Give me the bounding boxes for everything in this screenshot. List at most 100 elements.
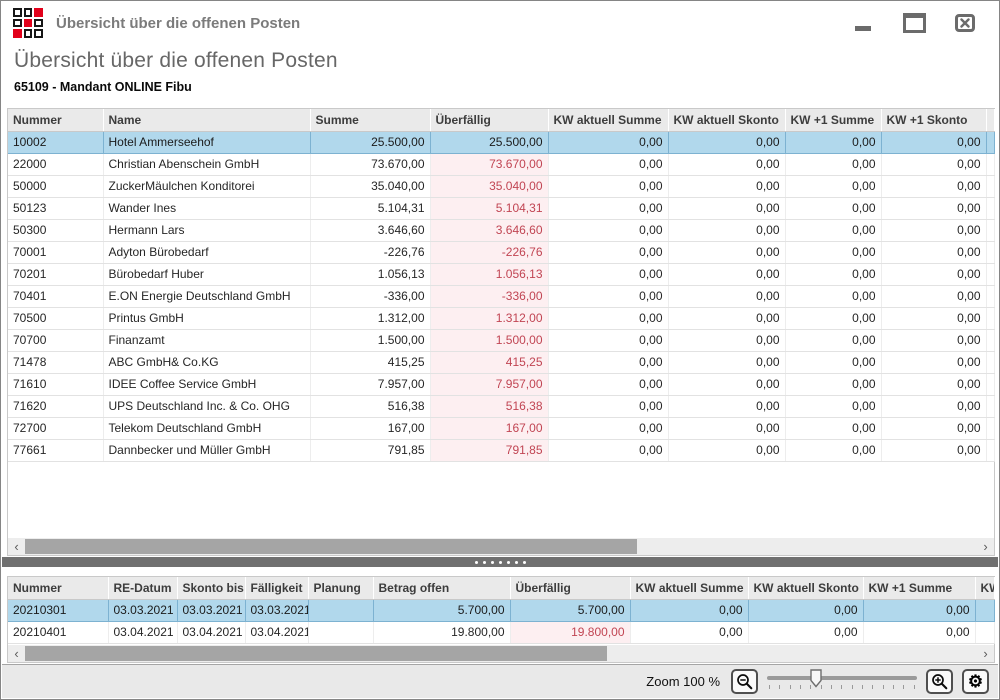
cell-nummer[interactable]: 20210401	[8, 621, 108, 643]
col-header-name[interactable]: Name	[103, 109, 310, 131]
detail-table-hscrollbar[interactable]: ‹ ›	[8, 645, 994, 662]
zoom-slider-thumb[interactable]	[810, 669, 822, 693]
cell-kw1-summe[interactable]: 0,00	[785, 153, 881, 175]
cell-kw-aktuell-summe[interactable]: 0,00	[630, 599, 748, 621]
col-header-kw-aktuell-skonto[interactable]: KW aktuell Skonto	[668, 109, 785, 131]
cell-kw-aktuell-summe[interactable]: 0,00	[548, 351, 668, 373]
cell-skonto-bis[interactable]: 03.04.2021	[177, 621, 245, 643]
cell-kw1-summe[interactable]: 0,00	[785, 219, 881, 241]
cell-summe[interactable]: 5.104,31	[310, 197, 430, 219]
cell-kw-aktuell-skonto[interactable]: 0,00	[668, 219, 785, 241]
cell-ueberfaellig[interactable]: 5.700,00	[510, 599, 630, 621]
cell-name[interactable]: Hotel Ammerseehof	[103, 131, 310, 153]
table-row[interactable]: 20210401 03.04.2021 03.04.2021 03.04.202…	[8, 621, 994, 643]
cell-kw-aktuell-skonto[interactable]: 0,00	[668, 131, 785, 153]
cell-kw1-summe[interactable]: 0,00	[785, 329, 881, 351]
table-row[interactable]: 70001 Adyton Bürobedarf -226,76 -226,76 …	[8, 241, 994, 263]
cell-kw-aktuell-skonto[interactable]: 0,00	[668, 373, 785, 395]
cell-nummer[interactable]: 72700	[8, 417, 103, 439]
cell-name[interactable]: Dannbecker und Müller GmbH	[103, 439, 310, 461]
col-header-kw1-summe[interactable]: KW +1 Summe	[785, 109, 881, 131]
cell-name[interactable]: Printus GmbH	[103, 307, 310, 329]
cell-ueberfaellig[interactable]: 1.500,00	[430, 329, 548, 351]
cell-kw1-skonto[interactable]: 0,00	[881, 351, 986, 373]
cell-kw-aktuell-summe[interactable]: 0,00	[548, 219, 668, 241]
grid-splitter-handle[interactable]	[2, 557, 998, 567]
cell-kw1-summe[interactable]: 0,00	[785, 241, 881, 263]
col-header-kw1-summe[interactable]: KW +1 Summe	[863, 577, 975, 599]
cell-nummer[interactable]: 70401	[8, 285, 103, 307]
cell-kw-aktuell-summe[interactable]: 0,00	[630, 621, 748, 643]
cell-kw1-summe[interactable]: 0,00	[863, 599, 975, 621]
cell-kw-aktuell-skonto[interactable]: 0,00	[668, 285, 785, 307]
settings-button[interactable]: ⚙	[962, 669, 989, 694]
cell-kw1-skonto[interactable]: 0,00	[881, 175, 986, 197]
col-header-nummer[interactable]: Nummer	[8, 577, 108, 599]
col-header-kw-aktuell-summe[interactable]: KW aktuell Summe	[630, 577, 748, 599]
cell-kw1-summe[interactable]: 0,00	[785, 175, 881, 197]
cell-kw-aktuell-skonto[interactable]: 0,00	[668, 307, 785, 329]
cell-summe[interactable]: 25.500,00	[310, 131, 430, 153]
cell-kw-aktuell-summe[interactable]: 0,00	[548, 417, 668, 439]
cell-kw1-skonto[interactable]: 0,00	[881, 197, 986, 219]
cell-kw1-summe[interactable]: 0,00	[785, 307, 881, 329]
cell-ueberfaellig[interactable]: -336,00	[430, 285, 548, 307]
cell-kw-aktuell-skonto[interactable]: 0,00	[668, 175, 785, 197]
cell-summe[interactable]: 7.957,00	[310, 373, 430, 395]
cell-kw-aktuell-skonto[interactable]: 0,00	[668, 417, 785, 439]
table-row[interactable]: 77661 Dannbecker und Müller GmbH 791,85 …	[8, 439, 994, 461]
cell-planung[interactable]	[308, 599, 373, 621]
zoom-slider-track[interactable]	[767, 676, 917, 680]
cell-nummer[interactable]: 50123	[8, 197, 103, 219]
cell-ueberfaellig[interactable]: -226,76	[430, 241, 548, 263]
table-row[interactable]: 71478 ABC GmbH& Co.KG 415,25 415,25 0,00…	[8, 351, 994, 373]
col-header-betrag-offen[interactable]: Betrag offen	[373, 577, 510, 599]
cell-name[interactable]: Hermann Lars	[103, 219, 310, 241]
main-scroll-thumb[interactable]	[25, 539, 637, 554]
cell-name[interactable]: Adyton Bürobedarf	[103, 241, 310, 263]
cell-kw1-skonto[interactable]: 0,00	[881, 395, 986, 417]
table-row[interactable]: 71610 IDEE Coffee Service GmbH 7.957,00 …	[8, 373, 994, 395]
cell-ueberfaellig[interactable]: 7.957,00	[430, 373, 548, 395]
table-row[interactable]: 50000 ZuckerMäulchen Konditorei 35.040,0…	[8, 175, 994, 197]
col-header-kw1-skonto[interactable]: KW +1 Skonto	[881, 109, 986, 131]
cell-nummer[interactable]: 10002	[8, 131, 103, 153]
cell-kw-aktuell-skonto[interactable]: 0,00	[748, 621, 863, 643]
cell-kw1-skonto[interactable]: 0,00	[881, 373, 986, 395]
cell-kw1-summe[interactable]: 0,00	[785, 197, 881, 219]
cell-kw-aktuell-summe[interactable]: 0,00	[548, 395, 668, 417]
cell-nummer[interactable]: 71620	[8, 395, 103, 417]
table-row[interactable]: 20210301 03.03.2021 03.03.2021 03.03.202…	[8, 599, 994, 621]
cell-kw1-skonto[interactable]: 0,00	[881, 417, 986, 439]
cell-summe[interactable]: 35.040,00	[310, 175, 430, 197]
cell-nummer[interactable]: 70001	[8, 241, 103, 263]
cell-kw1-summe[interactable]: 0,00	[785, 351, 881, 373]
table-row[interactable]: 70700 Finanzamt 1.500,00 1.500,00 0,00 0…	[8, 329, 994, 351]
cell-kw1-summe[interactable]: 0,00	[863, 621, 975, 643]
cell-name[interactable]: Wander Ines	[103, 197, 310, 219]
cell-nummer[interactable]: 70500	[8, 307, 103, 329]
cell-summe[interactable]: 3.646,60	[310, 219, 430, 241]
cell-summe[interactable]: 1.500,00	[310, 329, 430, 351]
cell-betrag-offen[interactable]: 19.800,00	[373, 621, 510, 643]
cell-kw1-skonto[interactable]: 0,00	[881, 307, 986, 329]
cell-kw-aktuell-summe[interactable]: 0,00	[548, 131, 668, 153]
cell-kw1-skonto[interactable]: 0,00	[881, 329, 986, 351]
col-header-faelligkeit[interactable]: Fälligkeit	[245, 577, 308, 599]
cell-ueberfaellig[interactable]: 35.040,00	[430, 175, 548, 197]
cell-kw-aktuell-summe[interactable]: 0,00	[548, 373, 668, 395]
cell-kw1-summe[interactable]: 0,00	[785, 395, 881, 417]
col-header-summe[interactable]: Summe	[310, 109, 430, 131]
cell-kw-aktuell-skonto[interactable]: 0,00	[668, 329, 785, 351]
cell-kw-aktuell-skonto[interactable]: 0,00	[668, 197, 785, 219]
col-header-skonto-bis[interactable]: Skonto bis	[177, 577, 245, 599]
col-header-ueberfaellig[interactable]: Überfällig	[510, 577, 630, 599]
cell-kw-aktuell-summe[interactable]: 0,00	[548, 175, 668, 197]
cell-kw-aktuell-summe[interactable]: 0,00	[548, 307, 668, 329]
cell-summe[interactable]: 167,00	[310, 417, 430, 439]
col-header-ueberfaellig[interactable]: Überfällig	[430, 109, 548, 131]
cell-kw1-skonto[interactable]: 0,00	[881, 439, 986, 461]
main-table-hscrollbar[interactable]: ‹ ›	[8, 538, 994, 555]
cell-kw-aktuell-summe[interactable]: 0,00	[548, 241, 668, 263]
table-row[interactable]: 70500 Printus GmbH 1.312,00 1.312,00 0,0…	[8, 307, 994, 329]
